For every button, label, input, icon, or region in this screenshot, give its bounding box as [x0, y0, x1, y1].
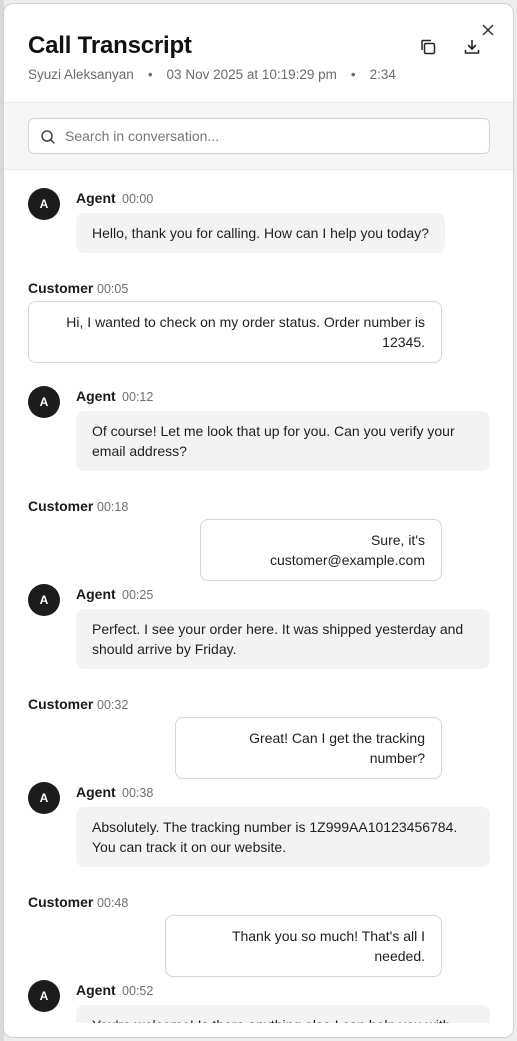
- conversation-list: A Agent 00:00 Hello, thank you for calli…: [4, 171, 513, 1023]
- copy-button[interactable]: [414, 33, 442, 61]
- message-timestamp: 00:52: [122, 984, 154, 998]
- message-bubble: Hello, thank you for calling. How can I …: [76, 213, 445, 253]
- dialog-header: Call Transcript Syuzi Aleksanyan • 03 Nov …: [4, 4, 513, 102]
- message-timestamp: 00:38: [122, 786, 154, 800]
- agent-avatar: A: [28, 188, 60, 220]
- call-datetime: 03 Nov 2025 at 10:19:29 pm: [166, 67, 337, 82]
- search-icon: [41, 130, 55, 144]
- search-input[interactable]: [65, 119, 480, 153]
- close-button[interactable]: [476, 18, 500, 42]
- call-meta: Syuzi Aleksanyan • 03 Nov 2025 at 10:19:29…: [28, 67, 396, 82]
- meta-separator: •: [147, 67, 153, 82]
- message-bubble: You're welcome! Is there anything else I…: [76, 1005, 490, 1023]
- dialog-title: Call Transcript: [28, 32, 192, 59]
- message-timestamp: 00:05: [97, 282, 129, 296]
- message-bubble: Thank you so much! That's all I needed.: [165, 915, 442, 977]
- speaker-name: Agent: [76, 388, 116, 404]
- message-timestamp: 00:12: [122, 390, 154, 404]
- transcript-dialog: Call Transcript Syuzi Aleksanyan • 03 Nov …: [3, 3, 514, 1038]
- close-icon: [482, 24, 494, 36]
- message-timestamp: 00:18: [97, 500, 129, 514]
- speaker-name: Agent: [76, 784, 116, 800]
- speaker-name: Customer: [28, 894, 94, 910]
- message-timestamp: 00:32: [97, 698, 129, 712]
- message-timestamp: 00:48: [97, 896, 129, 910]
- caller-name: Syuzi Aleksanyan: [28, 67, 134, 82]
- message-bubble: Absolutely. The tracking number is 1Z999…: [76, 807, 490, 867]
- agent-avatar: A: [28, 980, 60, 1012]
- meta-separator: •: [350, 67, 356, 82]
- message-bubble: Of course! Let me look that up for you. …: [76, 411, 490, 471]
- speaker-name: Customer: [28, 696, 94, 712]
- call-duration: 2:34: [369, 67, 396, 82]
- speaker-name: Customer: [28, 498, 94, 514]
- copy-icon: [421, 39, 436, 55]
- message-timestamp: 00:25: [122, 588, 154, 602]
- speaker-name: Agent: [76, 586, 116, 602]
- agent-avatar: A: [28, 782, 60, 814]
- agent-avatar: A: [28, 584, 60, 616]
- speaker-name: Agent: [76, 190, 116, 206]
- message-bubble: Perfect. I see your order here. It was s…: [76, 609, 490, 669]
- speaker-name: Agent: [76, 982, 116, 998]
- speaker-name: Customer: [28, 280, 94, 296]
- agent-avatar: A: [28, 386, 60, 418]
- message-bubble: Hi, I wanted to check on my order status…: [28, 301, 442, 363]
- conversation-bottom-edge: [4, 1023, 513, 1037]
- message-bubble: Great! Can I get the tracking number?: [175, 717, 442, 779]
- search-field[interactable]: [28, 118, 490, 154]
- message-bubble: Sure, it's customer@example.com: [200, 519, 442, 581]
- search-bar: [4, 102, 513, 170]
- message-timestamp: 00:00: [122, 192, 154, 206]
